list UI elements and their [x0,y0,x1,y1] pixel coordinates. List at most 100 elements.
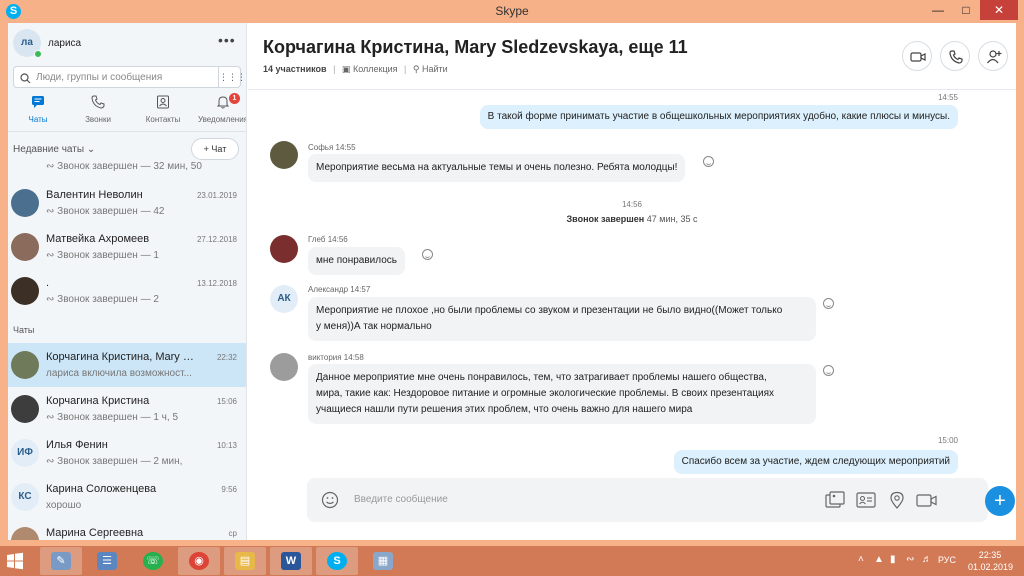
message-input-placeholder: Введите сообщение [354,494,448,505]
taskbar-app[interactable]: ☏ [132,547,174,575]
list-item[interactable]: ∾ Звонок завершен — 32 мин, 50 [8,159,246,181]
audio-call-button[interactable] [940,41,970,71]
minimize-button[interactable]: — [924,0,952,20]
more-options-icon[interactable]: ••• [218,32,236,48]
paint-app-icon: ✎ [51,552,71,570]
chat-date: 27.12.2018 [196,235,237,244]
taskbar-app[interactable]: ◉ [178,547,220,575]
maximize-button[interactable]: □ [952,0,980,20]
taskbar-app[interactable]: S [316,547,358,575]
list-item[interactable]: Корчагина Кристина 15:06 ∾ Звонок заверш… [8,387,246,431]
taskbar-app[interactable]: ▦ [362,547,404,575]
avatar [270,235,298,263]
chat-name: Илья Фенин [46,439,108,451]
message-bubble-outgoing[interactable]: В такой форме принимать участие в общешк… [479,105,958,129]
conversation-title[interactable]: Корчагина Кристина, Mary Sledzevskaya, е… [263,37,688,58]
phone-icon [68,95,128,113]
search-input[interactable]: Люди, группы и сообщения ⋮⋮⋮ [13,66,246,88]
tab-chats[interactable]: Чаты [8,95,68,124]
language-indicator[interactable]: РУС [938,555,956,565]
call-ended-icon: ∾ [46,456,55,467]
reaction-icon[interactable] [703,156,714,167]
avatar: КС [11,483,39,511]
chevron-up-icon[interactable]: ˄ [858,554,870,566]
chat-name: Корчагина Кристина, Mary Sl... [46,351,196,363]
collection-link[interactable]: Коллекция [353,64,398,74]
tab-calls[interactable]: Звонки [68,95,128,124]
contact-card-icon[interactable] [856,491,876,514]
battery-icon[interactable]: ▮ [890,554,902,566]
reaction-icon[interactable] [422,249,433,260]
taskbar-app[interactable]: W [270,547,312,575]
taskbar-app[interactable]: ✎ [40,547,82,575]
chat-preview: ∾ Звонок завершен — 42 [46,206,165,217]
taskbar-app[interactable]: ▤ [224,547,266,575]
reaction-icon[interactable] [823,365,834,376]
close-button[interactable]: ✕ [980,0,1018,20]
emoji-icon[interactable] [321,491,339,514]
list-item[interactable]: Марина Сергеевна ср [8,519,246,540]
message-time: 14:55 [937,93,958,102]
profile-name[interactable]: лариса [48,38,81,49]
call-ended-icon: ∾ [46,294,55,305]
gallery-icon: ▣ [341,64,351,74]
message-sender: Софья 14:55 [308,143,356,152]
message-sender: Глеб 14:56 [308,235,348,244]
chat-preview: ∾ Звонок завершен — 32 мин, 50 [46,161,202,172]
skype-client: ла лариса ••• Люди, группы и сообщения ⋮… [8,23,1016,540]
message-bubble[interactable]: Мероприятие весьма на актуальные темы и … [308,154,686,182]
list-item[interactable]: КС Карина Соложенцева 9:56 хорошо [8,475,246,519]
avatar: АК [270,285,298,313]
message-bubble-outgoing[interactable]: Спасибо всем за участие, ждем следующих … [673,450,958,474]
message-bubble[interactable]: Данное мероприятие мне очень понравилось… [308,364,816,424]
chat-preview: ∾ Звонок завершен — 2 [46,294,159,305]
location-pin-icon[interactable] [889,491,905,514]
online-status-icon [34,50,42,58]
call-ended-icon: ∾ [46,412,55,423]
list-item[interactable]: Матвейка Ахромеев 27.12.2018 ∾ Звонок за… [8,225,246,269]
message-composer[interactable]: Введите сообщение [307,478,988,522]
chat-preview: ∾ Звонок завершен — 1 [46,250,159,261]
tab-contacts[interactable]: Контакты [133,95,193,124]
wifi-icon[interactable]: ∾ [906,554,918,566]
list-item[interactable]: ИФ Илья Фенин 10:13 ∾ Звонок завершен — … [8,431,246,475]
recent-chats-header[interactable]: Недавние чаты ⌄ [13,144,95,155]
windows-start-icon[interactable] [6,552,24,575]
volume-icon[interactable]: ♬ [922,554,934,566]
clock[interactable]: 22:35 01.02.2019 [968,549,1013,573]
participants-link[interactable]: 14 участников [263,64,327,74]
add-button[interactable]: + [985,486,1015,516]
search-icon: ⚲ [412,64,420,74]
nav-tabs: Чаты Звонки Контакты 1 Уведомления [8,93,246,135]
network-icon[interactable]: ▲ [874,554,886,566]
message-sender: Александр 14:57 [308,285,371,294]
list-item[interactable]: Корчагина Кристина, Mary Sl... 22:32 лар… [8,343,246,387]
tab-label: Звонки [85,115,111,124]
message-bubble[interactable]: мне понравилось [308,247,405,275]
avatar [11,233,39,261]
add-people-button[interactable] [978,41,1008,71]
video-call-button[interactable] [902,41,932,71]
reaction-icon[interactable] [823,298,834,309]
chat-date: 23.01.2019 [196,191,237,200]
divider [248,89,1016,90]
chat-list: Корчагина Кристина, Mary Sl... 22:32 лар… [8,343,246,540]
find-link[interactable]: Найти [422,64,448,74]
tab-notifications[interactable]: 1 Уведомления [193,93,246,124]
skype-icon: S [327,552,347,570]
dialpad-icon[interactable]: ⋮⋮⋮ [218,67,246,87]
contacts-icon [133,95,193,113]
list-item[interactable]: . 13.12.2018 ∾ Звонок завершен — 2 [8,269,246,313]
add-person-icon [987,50,1002,64]
media-gallery-icon[interactable] [825,491,845,514]
new-chat-button[interactable]: + Чат [191,138,239,160]
message-bubble[interactable]: Мероприятие не плохое ,но были проблемы … [308,297,816,341]
video-message-icon[interactable] [916,491,938,514]
list-item[interactable]: Валентин Неволин 23.01.2019 ∾ Звонок зав… [8,181,246,225]
taskbar-app[interactable]: ☰ [86,547,128,575]
chat-date: 15:06 [216,397,237,406]
chat-preview: хорошо [46,500,82,511]
call-ended-notice: Звонок завершен 47 мин, 35 с [566,214,698,224]
sidebar: ла лариса ••• Люди, группы и сообщения ⋮… [8,23,247,540]
window-title: Skype [495,4,529,18]
